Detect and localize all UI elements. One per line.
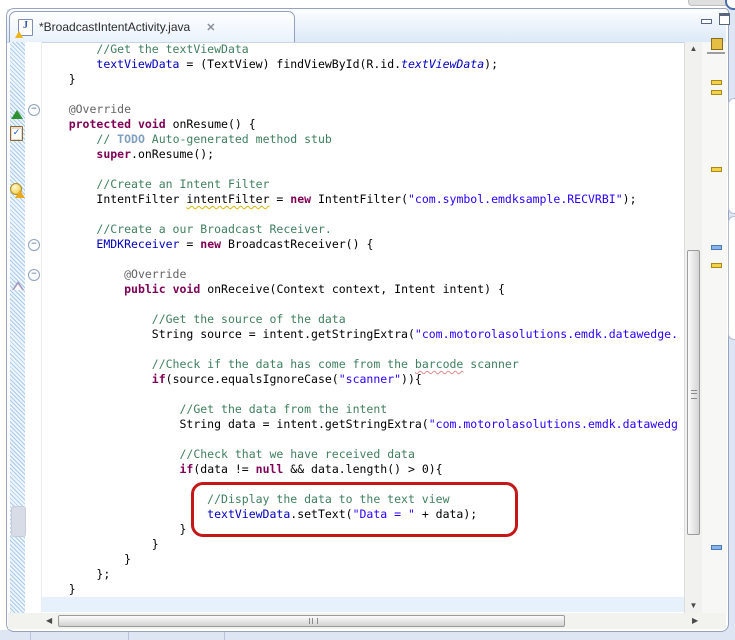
code-line[interactable] bbox=[41, 432, 684, 447]
horizontal-scrollbar[interactable]: ◀ ▶ bbox=[8, 613, 726, 629]
code-line[interactable]: } bbox=[41, 537, 684, 552]
code-line[interactable]: String source = intent.getStringExtra("c… bbox=[41, 327, 684, 342]
minimize-view-button[interactable] bbox=[699, 12, 714, 26]
code-line[interactable]: public void onReceive(Context context, I… bbox=[41, 282, 684, 297]
code-line[interactable]: } bbox=[41, 72, 684, 87]
overview-warning-marker[interactable] bbox=[711, 263, 722, 268]
editor-tab-broadcastintentactivity[interactable]: J *BroadcastIntentActivity.java ✕ bbox=[9, 11, 295, 42]
warning-overlay-icon bbox=[15, 31, 23, 38]
fold-collapse-icon[interactable]: − bbox=[28, 269, 40, 281]
overview-warning-marker[interactable] bbox=[711, 80, 722, 85]
block-range-indicator bbox=[11, 506, 26, 537]
code-line[interactable]: }; bbox=[41, 567, 684, 582]
vertical-scrollbar[interactable]: ▲ ▼ bbox=[684, 42, 702, 613]
code-line[interactable]: String data = intent.getStringExtra("com… bbox=[41, 417, 684, 432]
code-line[interactable]: IntentFilter intentFilter = new IntentFi… bbox=[41, 192, 684, 207]
tab-title: *BroadcastIntentActivity.java bbox=[39, 20, 190, 34]
tab-close-icon[interactable]: ✕ bbox=[206, 21, 215, 34]
separator bbox=[30, 632, 31, 640]
fold-collapse-icon[interactable]: − bbox=[28, 239, 40, 251]
code-line[interactable]: //Check that we have received data bbox=[41, 447, 684, 462]
java-file-icon: J bbox=[18, 19, 33, 36]
code-line[interactable]: if(data != null && data.length() > 0){ bbox=[41, 462, 684, 477]
overview-summary-warning-icon[interactable] bbox=[711, 38, 723, 50]
code-line[interactable]: textViewData.setText("Data = " + data); bbox=[41, 507, 684, 522]
code-line[interactable] bbox=[41, 207, 684, 222]
overview-occurrence-marker[interactable] bbox=[711, 545, 722, 550]
code-line[interactable] bbox=[41, 252, 684, 267]
code-line[interactable]: } bbox=[41, 552, 684, 567]
warning-triangle-icon bbox=[15, 190, 25, 198]
code-line[interactable] bbox=[41, 162, 684, 177]
separator bbox=[128, 632, 129, 640]
code-line[interactable]: } bbox=[41, 582, 684, 597]
code-line[interactable] bbox=[41, 477, 684, 492]
code-line[interactable]: // TODO Auto-generated method stub bbox=[41, 132, 684, 147]
scroll-right-icon[interactable]: ▶ bbox=[692, 616, 698, 625]
vertical-scrollbar-thumb[interactable] bbox=[687, 250, 700, 535]
code-line[interactable] bbox=[41, 297, 684, 312]
horizontal-scrollbar-thumb[interactable] bbox=[58, 615, 565, 627]
overview-ruler[interactable] bbox=[702, 42, 727, 613]
scroll-left-icon[interactable]: ◀ bbox=[46, 616, 52, 625]
code-line[interactable]: //Display the data to the text view bbox=[41, 492, 684, 507]
task-marker-icon[interactable]: ✓ bbox=[10, 126, 23, 141]
code-line[interactable]: //Create an Intent Filter bbox=[41, 177, 684, 192]
code-line[interactable]: EMDKReceiver = new BroadcastReceiver() { bbox=[41, 237, 684, 252]
overview-warning-marker[interactable] bbox=[711, 167, 722, 172]
code-line[interactable]: } bbox=[41, 522, 684, 537]
code-line[interactable]: protected void onResume() { bbox=[41, 117, 684, 132]
maximize-icon bbox=[719, 13, 730, 25]
thumb-grip-icon bbox=[691, 390, 697, 399]
code-line[interactable]: @Override bbox=[41, 102, 684, 117]
overview-warning-marker[interactable] bbox=[711, 90, 722, 95]
code-line[interactable]: @Override bbox=[41, 267, 684, 282]
scroll-up-icon[interactable]: ▲ bbox=[685, 44, 702, 53]
overview-occurrence-marker[interactable] bbox=[711, 245, 722, 250]
code-line[interactable]: super.onResume(); bbox=[41, 147, 684, 162]
toolbar-fragment bbox=[688, 0, 729, 6]
eclipse-editor-window: J *BroadcastIntentActivity.java ✕ −−− ✓ … bbox=[0, 0, 735, 640]
collapsed-view-edge bbox=[728, 216, 735, 340]
code-line[interactable] bbox=[41, 387, 684, 402]
code-lines[interactable]: //Get the textViewData textViewData = (T… bbox=[41, 42, 684, 613]
fold-ruler[interactable]: − − − bbox=[25, 42, 42, 613]
code-line[interactable]: //Create a our Broadcast Receiver. bbox=[41, 222, 684, 237]
overrides-indicator-icon bbox=[11, 110, 23, 119]
code-line[interactable]: //Get the source of the data bbox=[41, 312, 684, 327]
collapsed-view-edge bbox=[728, 98, 735, 214]
maximize-view-button[interactable] bbox=[717, 12, 732, 26]
overview-ruler-divider bbox=[707, 52, 725, 54]
code-line[interactable] bbox=[41, 342, 684, 357]
code-line[interactable]: //Get the textViewData bbox=[41, 42, 684, 57]
code-line[interactable]: textViewData = (TextView) findViewById(R… bbox=[41, 57, 684, 72]
code-line[interactable]: if(source.equalsIgnoreCase("scanner")){ bbox=[41, 372, 684, 387]
code-line[interactable] bbox=[41, 87, 684, 102]
code-line[interactable]: //Check if the data has come from the ba… bbox=[41, 357, 684, 372]
implements-indicator-icon bbox=[12, 281, 24, 290]
thumb-grip-icon bbox=[309, 618, 318, 624]
fold-collapse-icon[interactable]: − bbox=[28, 104, 40, 116]
separator bbox=[224, 632, 225, 640]
minimize-icon bbox=[701, 19, 712, 24]
code-line[interactable] bbox=[41, 597, 684, 612]
scroll-down-icon[interactable]: ▼ bbox=[685, 601, 702, 610]
code-line[interactable]: //Get the data from the intent bbox=[41, 402, 684, 417]
